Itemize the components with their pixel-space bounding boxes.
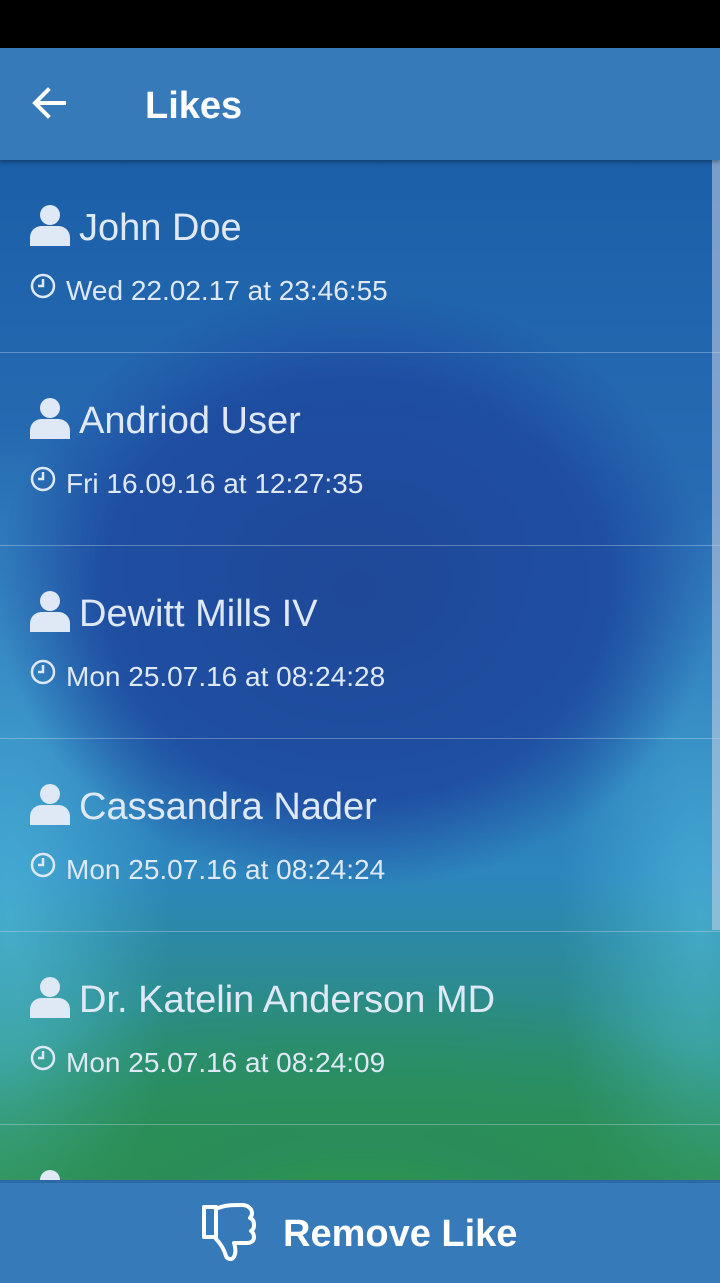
clock-icon — [30, 273, 56, 299]
user-icon — [30, 591, 70, 632]
arrow-left-icon — [32, 87, 66, 119]
likes-list[interactable]: John Doe Wed 22.02.17 at 23:46:55 Andrio… — [0, 160, 720, 1180]
like-timestamp: Mon 25.07.16 at 08:24:09 — [66, 1047, 386, 1078]
clock-icon — [30, 659, 56, 685]
page-title: Likes — [145, 85, 243, 127]
user-icon — [40, 1170, 60, 1180]
list-item[interactable]: Dewitt Mills IV Mon 25.07.16 at 08:24:28 — [0, 546, 720, 739]
like-timestamp: Mon 25.07.16 at 08:24:24 — [66, 854, 386, 885]
user-icon — [30, 398, 70, 439]
user-icon — [30, 205, 70, 246]
list-item[interactable]: Dr. Katelin Anderson MD Mon 25.07.16 at … — [0, 932, 720, 1125]
user-name: Andriod User — [79, 400, 301, 442]
user-name: John Doe — [79, 207, 242, 249]
status-bar — [0, 0, 720, 48]
remove-like-label: Remove Like — [283, 1213, 518, 1255]
user-name: Cassandra Nader — [79, 786, 377, 828]
list-item-partial[interactable] — [0, 1125, 720, 1180]
list-item[interactable]: John Doe Wed 22.02.17 at 23:46:55 — [0, 160, 720, 353]
like-timestamp: Wed 22.02.17 at 23:46:55 — [66, 275, 388, 306]
app-bar: Likes — [0, 48, 720, 160]
user-icon — [30, 977, 70, 1018]
user-icon — [30, 784, 70, 825]
user-name: Dewitt Mills IV — [79, 593, 318, 635]
user-name: Dr. Katelin Anderson MD — [79, 979, 496, 1021]
list-item[interactable]: Andriod User Fri 16.09.16 at 12:27:35 — [0, 353, 720, 546]
scrollbar[interactable] — [712, 160, 720, 930]
back-button[interactable] — [24, 78, 74, 128]
clock-icon — [30, 1045, 56, 1071]
clock-icon — [30, 852, 56, 878]
remove-like-button[interactable]: Remove Like — [0, 1180, 720, 1283]
thumbs-down-icon — [202, 1203, 256, 1262]
clock-icon — [30, 466, 56, 492]
like-timestamp: Mon 25.07.16 at 08:24:28 — [66, 661, 386, 692]
list-item[interactable]: Cassandra Nader Mon 25.07.16 at 08:24:24 — [0, 739, 720, 932]
like-timestamp: Fri 16.09.16 at 12:27:35 — [66, 468, 364, 499]
